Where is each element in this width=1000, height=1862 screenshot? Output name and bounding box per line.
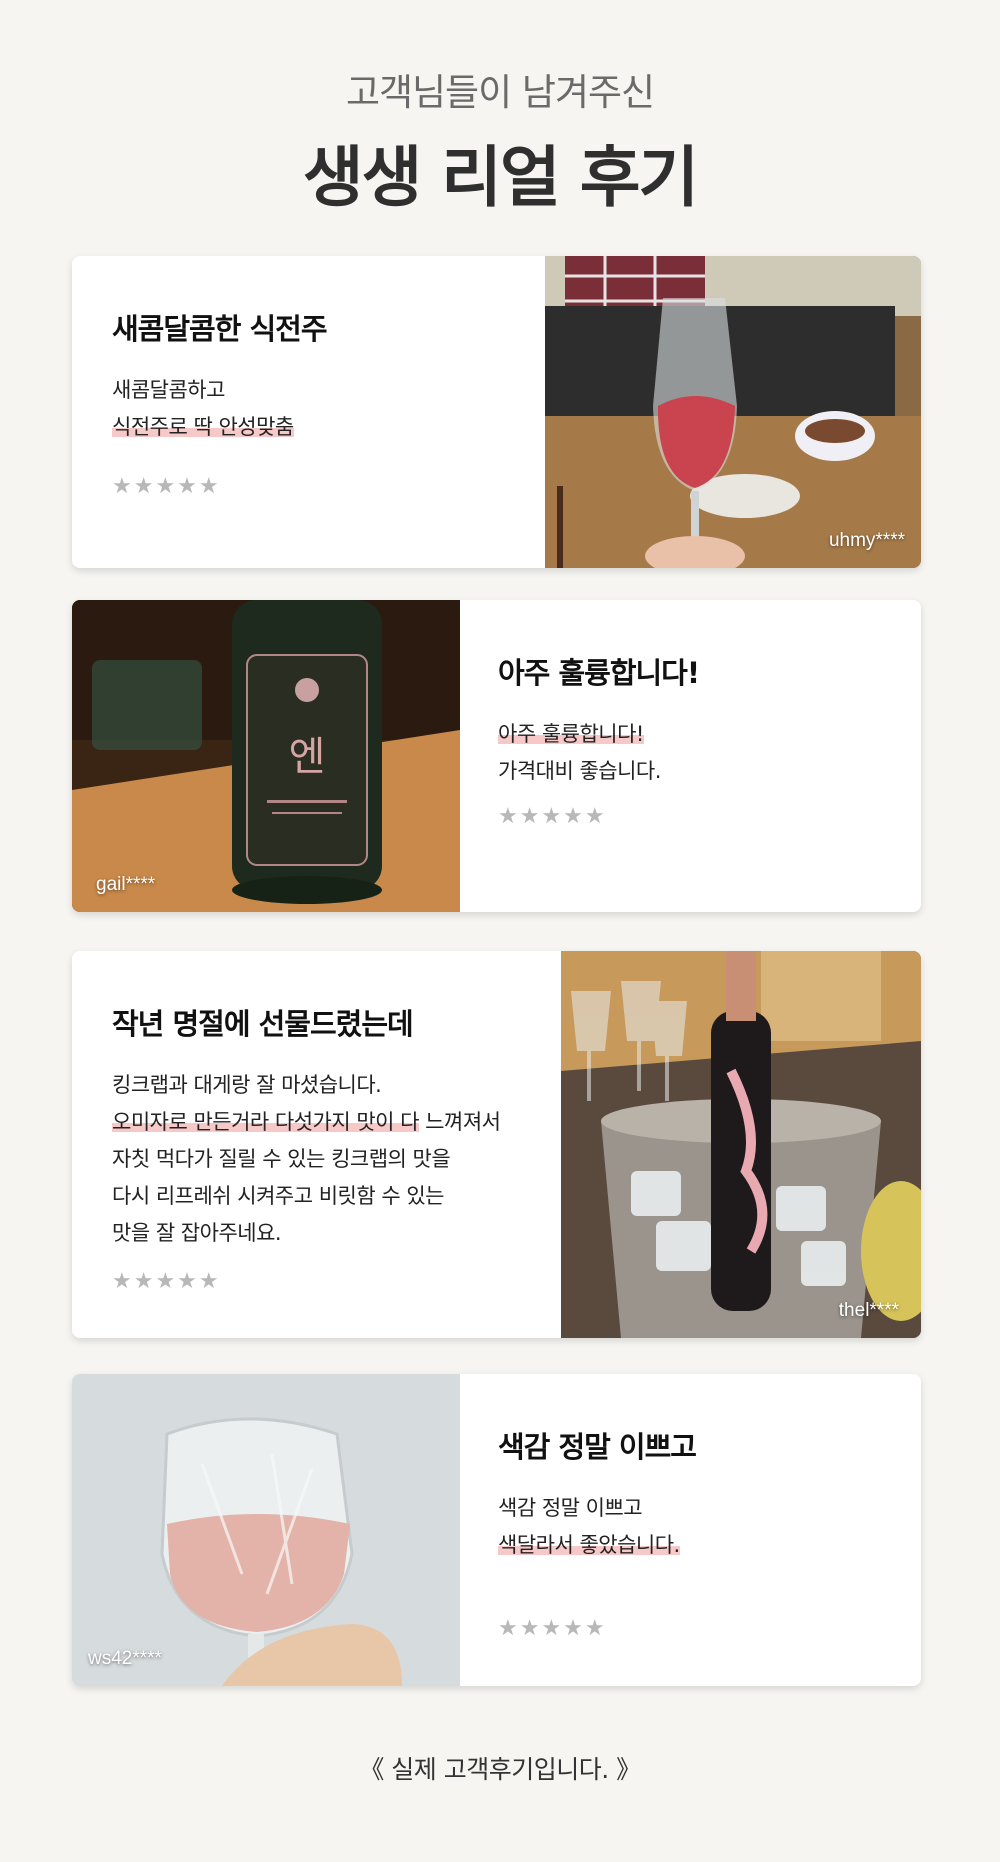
review-highlight: 아주 훌륭합니다! bbox=[498, 722, 644, 746]
review-highlight: 식전주로 딱 안성맞춤 bbox=[112, 415, 294, 439]
review-line: 새콤달콤하고 bbox=[112, 378, 225, 402]
review-text: 작년 명절에 선물드렸는데 킹크랩과 대게랑 잘 마셨습니다. 오미자로 만든거… bbox=[112, 1001, 582, 1252]
review-title: 색감 정말 이쁘고 bbox=[498, 1430, 697, 1464]
reviewer-id: ws42**** bbox=[88, 1648, 162, 1669]
page-header: 고객님들이 남겨주신 생생 리얼 후기 bbox=[0, 62, 1000, 220]
review-line: 가격대비 좋습니다. bbox=[498, 759, 661, 783]
review-text: 새콤달콤한 식전주 새콤달콤하고 식전주로 딱 안성맞춤 bbox=[112, 306, 532, 446]
reviewer-id: thel**** bbox=[838, 1300, 899, 1321]
review-highlight: 색달라서 좋았습니다. bbox=[498, 1533, 680, 1557]
review-title: 아주 훌륭합니다! bbox=[498, 656, 700, 690]
page-title: 생생 리얼 후기 bbox=[302, 139, 699, 216]
svg-text:엔: 엔 bbox=[289, 734, 326, 780]
review-card: ws42**** 색감 정말 이쁘고 색감 정말 이쁘고 색달라서 좋았습니다.… bbox=[72, 1374, 921, 1686]
footer-note: 《 실제 고객후기입니다. 》 bbox=[359, 1755, 641, 1784]
review-highlight: 오미자로 만든거라 다섯가지 맛이 다 bbox=[112, 1110, 420, 1134]
review-photo: 엔 gail**** bbox=[72, 600, 460, 912]
review-line: 맛을 잘 잡아주네요. bbox=[112, 1221, 282, 1245]
review-line: 킹크랩과 대게랑 잘 마셨습니다. bbox=[112, 1073, 382, 1097]
star-rating: ★★★★★ bbox=[498, 804, 607, 829]
review-card: 새콤달콤한 식전주 새콤달콤하고 식전주로 딱 안성맞춤 ★★★★★ uhmy*… bbox=[72, 256, 921, 568]
reviewer-id: uhmy**** bbox=[828, 530, 905, 551]
review-body: 색감 정말 이쁘고 색달라서 좋았습니다. bbox=[498, 1490, 898, 1564]
reviewer-id: gail**** bbox=[96, 874, 156, 895]
star-rating: ★★★★★ bbox=[112, 1269, 221, 1294]
page-subtitle: 고객님들이 남겨주신 bbox=[345, 71, 655, 114]
review-body: 킹크랩과 대게랑 잘 마셨습니다. 오미자로 만든거라 다섯가지 맛이 다 느껴… bbox=[112, 1067, 582, 1252]
review-text: 색감 정말 이쁘고 색감 정말 이쁘고 색달라서 좋았습니다. bbox=[498, 1424, 898, 1564]
star-rating: ★★★★★ bbox=[112, 474, 221, 499]
review-line: 자칫 먹다가 질릴 수 있는 킹크랩의 맛을 bbox=[112, 1147, 451, 1171]
review-body: 아주 훌륭합니다! 가격대비 좋습니다. bbox=[498, 716, 898, 790]
review-title: 새콤달콤한 식전주 bbox=[112, 312, 328, 346]
review-title: 작년 명절에 선물드렸는데 bbox=[112, 1007, 414, 1041]
review-card: 엔 gail**** 아주 훌륭합니다! 아주 훌륭합니다! 가격대비 좋습니다… bbox=[72, 600, 921, 912]
review-line: 느껴져서 bbox=[419, 1110, 501, 1134]
review-text: 아주 훌륭합니다! 아주 훌륭합니다! 가격대비 좋습니다. bbox=[498, 650, 898, 790]
review-card: 작년 명절에 선물드렸는데 킹크랩과 대게랑 잘 마셨습니다. 오미자로 만든거… bbox=[72, 951, 921, 1338]
star-rating: ★★★★★ bbox=[498, 1616, 607, 1641]
review-body: 새콤달콤하고 식전주로 딱 안성맞춤 bbox=[112, 372, 532, 446]
review-photo: thel**** bbox=[561, 951, 921, 1338]
review-photo: uhmy**** bbox=[545, 256, 921, 568]
review-line: 색감 정말 이쁘고 bbox=[498, 1496, 643, 1520]
review-photo: ws42**** bbox=[72, 1374, 460, 1686]
review-line: 다시 리프레쉬 시켜주고 비릿함 수 있는 bbox=[112, 1184, 445, 1208]
